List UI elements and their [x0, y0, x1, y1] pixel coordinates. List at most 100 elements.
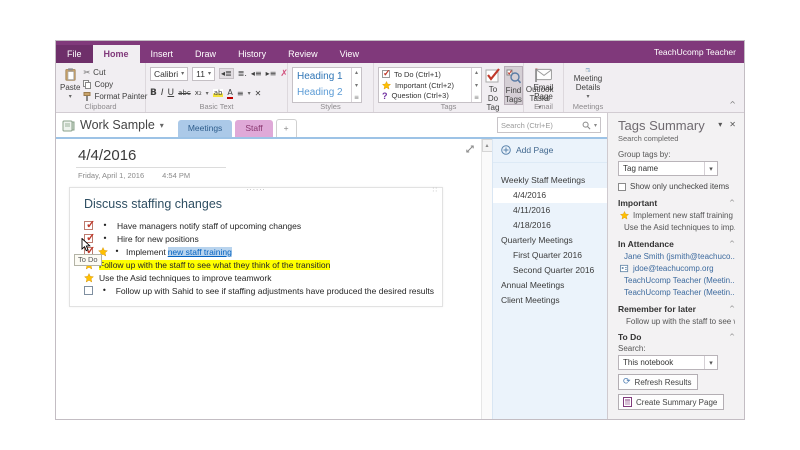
font-color-button[interactable]: A [227, 88, 233, 99]
ribbon-tab-draw[interactable]: Draw [184, 45, 227, 63]
paragraph-align-button[interactable]: ≡ [237, 89, 244, 98]
todo-item-5[interactable]: Use the Asid techniques to improve teamw… [78, 271, 434, 284]
ribbon-tab-view[interactable]: View [329, 45, 370, 63]
todo-item-1[interactable]: • Have managers notify staff of upcoming… [78, 218, 434, 232]
note-heading[interactable]: Discuss staffing changes [84, 197, 434, 211]
page-item-quarterly-meetings[interactable]: Quarterly Meetings [493, 233, 607, 248]
note-resize-handle[interactable]: ∷ [433, 186, 438, 194]
section-tab-meetings[interactable]: Meetings [177, 120, 233, 137]
note-outline[interactable]: ······ ∷ Discuss staffing changes • Have… [69, 186, 443, 307]
page-item-second-quarter-2016[interactable]: Second Quarter 2016 [493, 263, 607, 278]
styles-gallery-scroll[interactable]: ▴ ▾ ≡ [351, 68, 361, 102]
section-in-attendance[interactable]: In Attendance ^ [618, 239, 735, 249]
tag-result-item[interactable]: Use the Asid techniques to imp... [618, 223, 735, 232]
bullets-button[interactable]: ◂≣ [218, 68, 234, 80]
tag-result-text: Jane Smith (jsmith@teachuco... [624, 252, 735, 261]
underline-button[interactable]: U [168, 88, 175, 98]
tag-result-item[interactable]: Jane Smith (jsmith@teachuco... [618, 252, 735, 261]
tag-result-item[interactable]: Implement new staff training [618, 211, 735, 220]
pane-menu-icon[interactable]: ▾ [718, 120, 722, 129]
clear-formatting-button[interactable]: ✗ [280, 69, 288, 79]
page-item-4-18-2016[interactable]: 4/18/2016 [493, 218, 607, 233]
tag-result-item[interactable]: TeachUcomp Teacher (Meetin... [618, 276, 735, 285]
meeting-details-button[interactable]: Meeting Details ▾ [569, 66, 607, 101]
tag-todo-item[interactable]: To Do (Ctrl+1) [382, 68, 468, 80]
page-item-client-meetings[interactable]: Client Meetings [493, 293, 607, 308]
meetings-group-label: Meetings [572, 102, 604, 111]
new-staff-training-link[interactable]: new staff training [167, 246, 232, 257]
section-tab-staff[interactable]: Staff [235, 120, 273, 137]
page-title[interactable]: 4/4/2016 [78, 147, 136, 164]
notebook-switcher[interactable]: Work Sample ▾ [62, 118, 164, 132]
section-todo[interactable]: To Do ^ [618, 332, 735, 342]
strikethrough-button[interactable]: abc [178, 89, 191, 97]
style-heading1[interactable]: Heading 1 [297, 69, 347, 85]
font-name-select[interactable]: Calibri ▾ [150, 66, 189, 81]
todo-item-4[interactable]: Follow up with the staff to see what the… [78, 258, 434, 271]
unchecked-checkbox-icon[interactable] [84, 286, 93, 295]
ribbon-tab-home[interactable]: Home [92, 45, 140, 63]
tag-important-item[interactable]: Important (Ctrl+2) [382, 80, 468, 91]
collapse-ribbon-button[interactable]: ^ [729, 100, 736, 109]
style-heading2[interactable]: Heading 2 [297, 85, 347, 101]
scroll-up-icon[interactable]: ▴ [481, 139, 493, 152]
page-item-4-11-2016[interactable]: 4/11/2016 [493, 203, 607, 218]
ribbon-tab-history[interactable]: History [227, 45, 277, 63]
page-item-first-quarter-2016[interactable]: First Quarter 2016 [493, 248, 607, 263]
increase-indent-button[interactable]: ▸≡ [266, 69, 277, 78]
tag-result-item[interactable]: Follow up with the staff to see what ... [618, 317, 735, 326]
unchecked-only-checkbox[interactable]: Show only unchecked items [618, 182, 735, 191]
checked-checkbox-icon[interactable] [84, 218, 95, 231]
section-remember-for-later[interactable]: Remember for later ^ [618, 304, 735, 314]
format-painter-button[interactable]: Format Painter [83, 91, 147, 101]
section-important[interactable]: Important ^ [618, 198, 735, 208]
tags-gallery-scroll[interactable]: ▴ ▾ ≡ [471, 68, 481, 102]
tag-question-item[interactable]: ? Question (Ctrl+3) [382, 90, 468, 101]
signed-in-user: TeachUcomp Teacher [653, 47, 736, 57]
create-summary-page-button[interactable]: Create Summary Page [618, 394, 725, 410]
tag-result-item[interactable]: jdoe@teachucomp.org [618, 264, 735, 273]
cut-button[interactable]: ✂ Cut [83, 68, 147, 78]
delete-button[interactable]: ✕ [255, 89, 262, 98]
ribbon-tab-review[interactable]: Review [277, 45, 329, 63]
page-item-annual-meetings[interactable]: Annual Meetings [493, 278, 607, 293]
italic-button[interactable]: I [161, 88, 164, 98]
numbering-button[interactable]: ≣. [238, 69, 247, 78]
bold-button[interactable]: B [150, 88, 157, 98]
search-input[interactable]: Search (Ctrl+E) ▾ [497, 117, 601, 133]
page-canvas[interactable]: 4/4/2016 Friday, April 1, 2016 4:54 PM ·… [56, 139, 481, 419]
chevron-down-icon: ▾ [704, 162, 717, 175]
chevron-down-icon: ▾ [593, 121, 597, 129]
find-tags-button[interactable]: Find Tags [504, 66, 523, 105]
group-by-select[interactable]: Tag name ▾ [618, 161, 718, 176]
onenote-window: File Home Insert Draw History Review Vie… [55, 40, 745, 420]
section-remember-label: Remember for later [618, 304, 696, 314]
full-page-view-icon[interactable] [465, 144, 475, 154]
canvas-scrollbar[interactable]: ▴ [481, 139, 493, 419]
new-section-button[interactable]: + [275, 119, 297, 137]
collapse-icon[interactable]: ^ [729, 240, 735, 248]
decrease-indent-button[interactable]: ◂≡ [251, 69, 262, 78]
page-item-weekly-staff-meetings[interactable]: Weekly Staff Meetings [493, 173, 607, 188]
tag-result-item[interactable]: TeachUcomp Teacher (Meetin... [618, 288, 735, 297]
paste-button[interactable]: Paste ▾ [60, 66, 80, 101]
email-page-button[interactable]: Email Page [529, 66, 559, 101]
todo-item-2[interactable]: • Hire for new positions [78, 231, 434, 245]
ribbon-tab-file[interactable]: File [56, 45, 93, 63]
close-icon[interactable]: ✕ [729, 120, 736, 129]
ribbon-tab-insert[interactable]: Insert [140, 45, 185, 63]
collapse-icon[interactable]: ^ [729, 199, 735, 207]
highlight-button[interactable]: ab [212, 89, 224, 98]
note-drag-handle[interactable]: ······ [246, 186, 265, 194]
search-scope-select[interactable]: This notebook ▾ [618, 355, 718, 370]
refresh-results-button[interactable]: ⟳ Refresh Results [618, 374, 699, 390]
collapse-icon[interactable]: ^ [729, 305, 735, 313]
todo-item-3[interactable]: • Implement new staff training [78, 244, 434, 258]
add-page-button[interactable]: Add Page [493, 139, 607, 163]
subscript-button[interactable]: x₂ [195, 89, 202, 97]
todo-item-6[interactable]: • Follow up with Sahid to see if staffin… [78, 284, 434, 297]
copy-button[interactable]: Copy [83, 80, 147, 90]
font-size-select[interactable]: 11 ▾ [192, 66, 215, 81]
page-item-4-4-2016[interactable]: 4/4/2016 [493, 188, 607, 203]
collapse-icon[interactable]: ^ [729, 333, 735, 341]
